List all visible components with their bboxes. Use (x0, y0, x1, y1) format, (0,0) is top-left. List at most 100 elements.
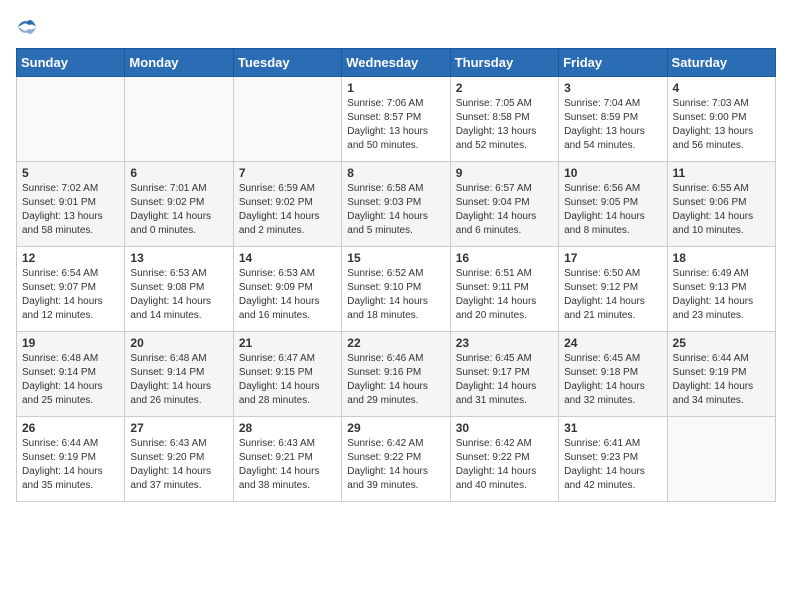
calendar-cell (233, 77, 341, 162)
day-info: Sunrise: 6:42 AMSunset: 9:22 PMDaylight:… (347, 437, 444, 493)
weekday-row: SundayMondayTuesdayWednesdayThursdayFrid… (17, 49, 776, 77)
calendar-cell: 3 Sunrise: 7:04 AMSunset: 8:59 PMDaylight… (559, 77, 667, 162)
day-info: Sunrise: 6:41 AMSunset: 9:23 PMDaylight:… (564, 437, 661, 493)
day-number: 13 (130, 251, 227, 265)
day-info: Sunrise: 6:43 AMSunset: 9:20 PMDaylight:… (130, 437, 227, 493)
calendar-header: SundayMondayTuesdayWednesdayThursdayFrid… (17, 49, 776, 77)
calendar-cell: 11Sunrise: 6:55 AMSunset: 9:06 PMDayligh… (667, 162, 775, 247)
calendar-cell (125, 77, 233, 162)
day-number: 12 (22, 251, 119, 265)
page-header (16, 16, 776, 38)
day-number: 6 (130, 166, 227, 180)
logo-icon (16, 16, 38, 38)
day-number: 28 (239, 421, 336, 435)
day-number: 31 (564, 421, 661, 435)
day-info: Sunrise: 6:50 AMSunset: 9:12 PMDaylight:… (564, 267, 661, 323)
logo (16, 16, 42, 38)
calendar-cell (17, 77, 125, 162)
calendar-cell: 7 Sunrise: 6:59 AMSunset: 9:02 PMDaylight… (233, 162, 341, 247)
weekday-header: Monday (125, 49, 233, 77)
weekday-header: Wednesday (342, 49, 450, 77)
day-info: Sunrise: 7:02 AMSunset: 9:01 PMDaylight:… (22, 182, 119, 238)
calendar-cell: 28Sunrise: 6:43 AMSunset: 9:21 PMDayligh… (233, 417, 341, 502)
calendar-cell: 16 Sunrise: 6:51 AMSunset: 9:11 PMDayligh… (450, 247, 558, 332)
day-info: Sunrise: 7:04 AMSunset: 8:59 PMDaylight:… (564, 97, 661, 153)
calendar-body: 1 Sunrise: 7:06 AMSunset: 8:57 PMDaylight… (17, 77, 776, 502)
calendar-cell: 25Sunrise: 6:44 AMSunset: 9:19 PMDayligh… (667, 332, 775, 417)
day-number: 20 (130, 336, 227, 350)
day-number: 21 (239, 336, 336, 350)
day-info: Sunrise: 6:42 AMSunset: 9:22 PMDaylight:… (456, 437, 553, 493)
calendar-cell: 12Sunrise: 6:54 AMSunset: 9:07 PMDayligh… (17, 247, 125, 332)
day-number: 4 (673, 81, 770, 95)
day-info: Sunrise: 6:45 AMSunset: 9:17 PMDaylight:… (456, 352, 553, 408)
day-number: 18 (673, 251, 770, 265)
day-info: Sunrise: 7:01 AMSunset: 9:02 PMDaylight:… (130, 182, 227, 238)
calendar-cell: 4Sunrise: 7:03 AMSunset: 9:00 PMDaylight… (667, 77, 775, 162)
calendar-cell: 17 Sunrise: 6:50 AMSunset: 9:12 PMDayligh… (559, 247, 667, 332)
calendar-week-row: 1 Sunrise: 7:06 AMSunset: 8:57 PMDaylight… (17, 77, 776, 162)
calendar-cell: 22Sunrise: 6:46 AMSunset: 9:16 PMDayligh… (342, 332, 450, 417)
day-number: 26 (22, 421, 119, 435)
day-info: Sunrise: 6:49 AMSunset: 9:13 PMDaylight:… (673, 267, 770, 323)
calendar-cell: 23Sunrise: 6:45 AMSunset: 9:17 PMDayligh… (450, 332, 558, 417)
calendar-cell: 5 Sunrise: 7:02 AMSunset: 9:01 PMDaylight… (17, 162, 125, 247)
calendar-week-row: 5 Sunrise: 7:02 AMSunset: 9:01 PMDaylight… (17, 162, 776, 247)
day-info: Sunrise: 7:06 AMSunset: 8:57 PMDaylight:… (347, 97, 444, 153)
day-number: 19 (22, 336, 119, 350)
calendar-cell: 13 Sunrise: 6:53 AMSunset: 9:08 PMDayligh… (125, 247, 233, 332)
weekday-header: Sunday (17, 49, 125, 77)
calendar-cell: 24 Sunrise: 6:45 AMSunset: 9:18 PMDayligh… (559, 332, 667, 417)
day-number: 8 (347, 166, 444, 180)
calendar-cell: 15 Sunrise: 6:52 AMSunset: 9:10 PMDayligh… (342, 247, 450, 332)
day-number: 7 (239, 166, 336, 180)
day-number: 5 (22, 166, 119, 180)
day-number: 10 (564, 166, 661, 180)
calendar-cell: 29 Sunrise: 6:42 AMSunset: 9:22 PMDayligh… (342, 417, 450, 502)
day-info: Sunrise: 6:52 AMSunset: 9:10 PMDaylight:… (347, 267, 444, 323)
calendar-cell: 1 Sunrise: 7:06 AMSunset: 8:57 PMDaylight… (342, 77, 450, 162)
calendar-cell: 6 Sunrise: 7:01 AMSunset: 9:02 PMDaylight… (125, 162, 233, 247)
day-info: Sunrise: 6:45 AMSunset: 9:18 PMDaylight:… (564, 352, 661, 408)
calendar-cell: 20 Sunrise: 6:48 AMSunset: 9:14 PMDayligh… (125, 332, 233, 417)
calendar-week-row: 26 Sunrise: 6:44 AMSunset: 9:19 PMDayligh… (17, 417, 776, 502)
calendar-cell: 9 Sunrise: 6:57 AMSunset: 9:04 PMDaylight… (450, 162, 558, 247)
day-info: Sunrise: 6:53 AMSunset: 9:08 PMDaylight:… (130, 267, 227, 323)
calendar-cell: 8 Sunrise: 6:58 AMSunset: 9:03 PMDaylight… (342, 162, 450, 247)
weekday-header: Tuesday (233, 49, 341, 77)
day-number: 29 (347, 421, 444, 435)
day-info: Sunrise: 6:55 AMSunset: 9:06 PMDaylight:… (673, 182, 770, 238)
day-number: 2 (456, 81, 553, 95)
weekday-header: Thursday (450, 49, 558, 77)
day-number: 3 (564, 81, 661, 95)
day-info: Sunrise: 6:44 AMSunset: 9:19 PMDaylight:… (22, 437, 119, 493)
day-number: 22 (347, 336, 444, 350)
day-number: 16 (456, 251, 553, 265)
day-info: Sunrise: 6:57 AMSunset: 9:04 PMDaylight:… (456, 182, 553, 238)
day-info: Sunrise: 6:53 AMSunset: 9:09 PMDaylight:… (239, 267, 336, 323)
day-number: 30 (456, 421, 553, 435)
calendar-cell: 14 Sunrise: 6:53 AMSunset: 9:09 PMDayligh… (233, 247, 341, 332)
day-number: 15 (347, 251, 444, 265)
calendar-cell: 10Sunrise: 6:56 AMSunset: 9:05 PMDayligh… (559, 162, 667, 247)
day-info: Sunrise: 6:47 AMSunset: 9:15 PMDaylight:… (239, 352, 336, 408)
day-info: Sunrise: 6:59 AMSunset: 9:02 PMDaylight:… (239, 182, 336, 238)
weekday-header: Friday (559, 49, 667, 77)
day-info: Sunrise: 6:48 AMSunset: 9:14 PMDaylight:… (130, 352, 227, 408)
calendar-cell (667, 417, 775, 502)
calendar-week-row: 12Sunrise: 6:54 AMSunset: 9:07 PMDayligh… (17, 247, 776, 332)
day-number: 24 (564, 336, 661, 350)
calendar-cell: 26 Sunrise: 6:44 AMSunset: 9:19 PMDayligh… (17, 417, 125, 502)
day-info: Sunrise: 7:05 AMSunset: 8:58 PMDaylight:… (456, 97, 553, 153)
day-number: 25 (673, 336, 770, 350)
day-number: 14 (239, 251, 336, 265)
calendar-cell: 30 Sunrise: 6:42 AMSunset: 9:22 PMDayligh… (450, 417, 558, 502)
day-number: 9 (456, 166, 553, 180)
day-info: Sunrise: 6:51 AMSunset: 9:11 PMDaylight:… (456, 267, 553, 323)
weekday-header: Saturday (667, 49, 775, 77)
day-number: 17 (564, 251, 661, 265)
calendar-week-row: 19 Sunrise: 6:48 AMSunset: 9:14 PMDayligh… (17, 332, 776, 417)
calendar-cell: 21 Sunrise: 6:47 AMSunset: 9:15 PMDayligh… (233, 332, 341, 417)
day-info: Sunrise: 6:58 AMSunset: 9:03 PMDaylight:… (347, 182, 444, 238)
day-number: 1 (347, 81, 444, 95)
